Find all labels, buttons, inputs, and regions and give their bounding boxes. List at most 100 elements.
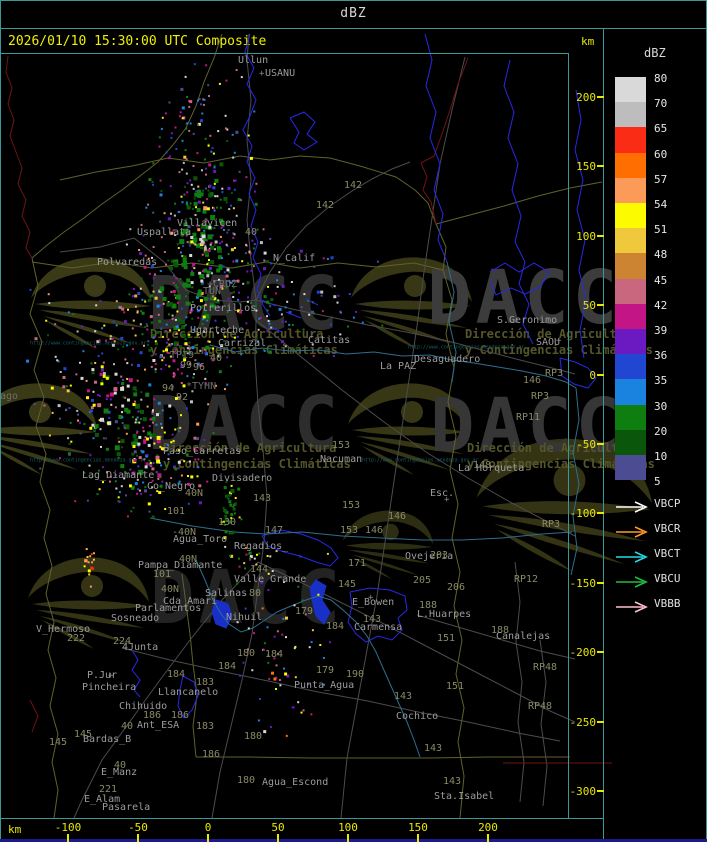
right-axis-tick — [597, 651, 604, 653]
map-label: Nihuil — [226, 612, 263, 623]
station-marker-icon: + — [108, 671, 114, 681]
radar-echo-cluster — [158, 63, 238, 161]
legend-swatch — [615, 303, 646, 329]
map-label: Divisadero — [212, 473, 273, 484]
legend-scale-label: 70 — [654, 97, 668, 111]
map-line-red — [5, 55, 33, 259]
map-label: 96 — [193, 362, 206, 373]
vector-legend-label: VBCT — [654, 547, 681, 560]
right-axis-unit: km — [581, 35, 595, 48]
map-label: La Horqueta — [458, 463, 525, 474]
map-line-riv — [424, 33, 448, 263]
map-label: 153 — [332, 440, 351, 451]
vector-legend-label: VBCP — [654, 497, 681, 510]
watermark-url: http://www.contingencias.mendoza.gov.ar — [362, 457, 479, 463]
map-label: Esc. — [430, 488, 455, 499]
right-axis-tick — [597, 165, 604, 167]
legend-swatch — [615, 127, 646, 153]
vector-arrow-icon — [615, 498, 651, 513]
right-axis-tick — [597, 96, 604, 98]
map-line-road — [514, 561, 525, 803]
map-label: Nacuman — [320, 454, 363, 465]
legend-scale-label: 42 — [654, 298, 668, 312]
bottom-axis-tick — [277, 834, 279, 842]
legend-scale-label: 30 — [654, 399, 668, 413]
timestamp-label: 2026/01/10 15:30:00 UTC Composite — [8, 34, 267, 49]
right-axis-tick — [597, 443, 604, 445]
map-label: 143 — [394, 691, 413, 702]
page-border-top — [0, 0, 707, 1]
bottom-axis-unit: km — [8, 823, 22, 836]
map-label: 180 — [244, 731, 263, 742]
legend-scale-label: 51 — [654, 223, 668, 237]
map-label: Ugarteche — [190, 325, 245, 336]
bottom-axis-tick — [137, 834, 139, 842]
map-label: 40 — [245, 227, 258, 238]
legend-divider-line — [603, 28, 604, 842]
map-label: 130 — [218, 517, 237, 528]
legend-swatch — [615, 77, 646, 103]
map-label: L.Huarpes — [417, 609, 472, 620]
map-label: 179 — [295, 606, 314, 617]
legend-swatch — [615, 329, 646, 355]
station-marker-icon: + — [556, 336, 562, 346]
map-label: 92 — [176, 392, 189, 403]
map-label: Catitas — [308, 335, 351, 346]
bottom-axis-tick-label: 0 — [204, 821, 212, 834]
map-label: 146 — [523, 375, 542, 386]
legend-swatch — [615, 203, 646, 229]
map-label: USANU — [265, 68, 296, 79]
map-label: 99 — [180, 360, 193, 371]
map-label: 171 — [348, 558, 367, 569]
map-label: Carrizal — [218, 338, 267, 349]
map-label: RP48 — [528, 701, 553, 712]
legend-scale-label: 57 — [654, 172, 668, 186]
right-axis-tick — [597, 512, 604, 514]
map-label: Lag_Diamante — [82, 470, 155, 481]
map-label: Llancanelo — [158, 687, 219, 698]
right-axis-tick-label: 200 — [576, 91, 596, 104]
legend-title: dBZ — [644, 46, 666, 60]
legend-swatch — [615, 404, 646, 430]
legend-scale-label: 54 — [654, 198, 668, 211]
bottom-axis-tick — [207, 834, 209, 842]
map-label: Desaguadero — [414, 354, 481, 365]
map-label: Agua_Escond — [262, 777, 329, 788]
map-line-red — [29, 699, 39, 733]
map-label: 205 — [413, 575, 432, 586]
map-label: 184 — [218, 661, 237, 672]
map-label: 40N — [185, 488, 204, 499]
right-axis-tick — [597, 304, 604, 306]
map-label: 146 — [388, 511, 407, 522]
bottom-axis-tick — [417, 834, 419, 842]
map-label: S.Geronimo — [497, 315, 558, 326]
map-label: RP12 — [514, 574, 539, 585]
map-label: RP3 — [531, 391, 550, 402]
watermark-url: http://www.contingencias.mendoza.gov.ar — [408, 344, 525, 350]
legend-scale-label: 35 — [654, 374, 668, 388]
map-label: 203 — [430, 550, 449, 561]
right-axis-tick — [597, 790, 604, 792]
station-marker-icon: + — [259, 69, 265, 79]
radar-echo-cluster — [80, 365, 136, 430]
right-axis-tick — [597, 721, 604, 723]
bottom-axis-tick-label: -100 — [54, 821, 82, 834]
legend-swatch — [615, 177, 646, 203]
legend-swatch — [615, 228, 646, 254]
right-axis-tick-label: 50 — [582, 299, 596, 312]
legend-swatch — [615, 429, 646, 455]
right-axis-tick-label: -150 — [569, 577, 597, 590]
watermark-url: http://www.contingencias.mendoza.gov.ar — [30, 457, 147, 463]
map-label: Carmensa — [354, 622, 403, 633]
map-label: Pasarela — [102, 802, 151, 813]
dacc-eye-logo — [31, 257, 152, 349]
map-label: Polvaredas — [97, 257, 158, 268]
map-line-bdy — [442, 269, 465, 819]
map-label: Potrerillos — [190, 303, 257, 314]
map-label: Uspallata — [137, 227, 192, 238]
map-line-riv — [289, 111, 318, 151]
legend-swatch — [615, 354, 646, 380]
map-label: 153 — [342, 500, 361, 511]
vector-legend-label: VBBB — [654, 597, 681, 610]
map-label: 40 — [210, 353, 223, 364]
